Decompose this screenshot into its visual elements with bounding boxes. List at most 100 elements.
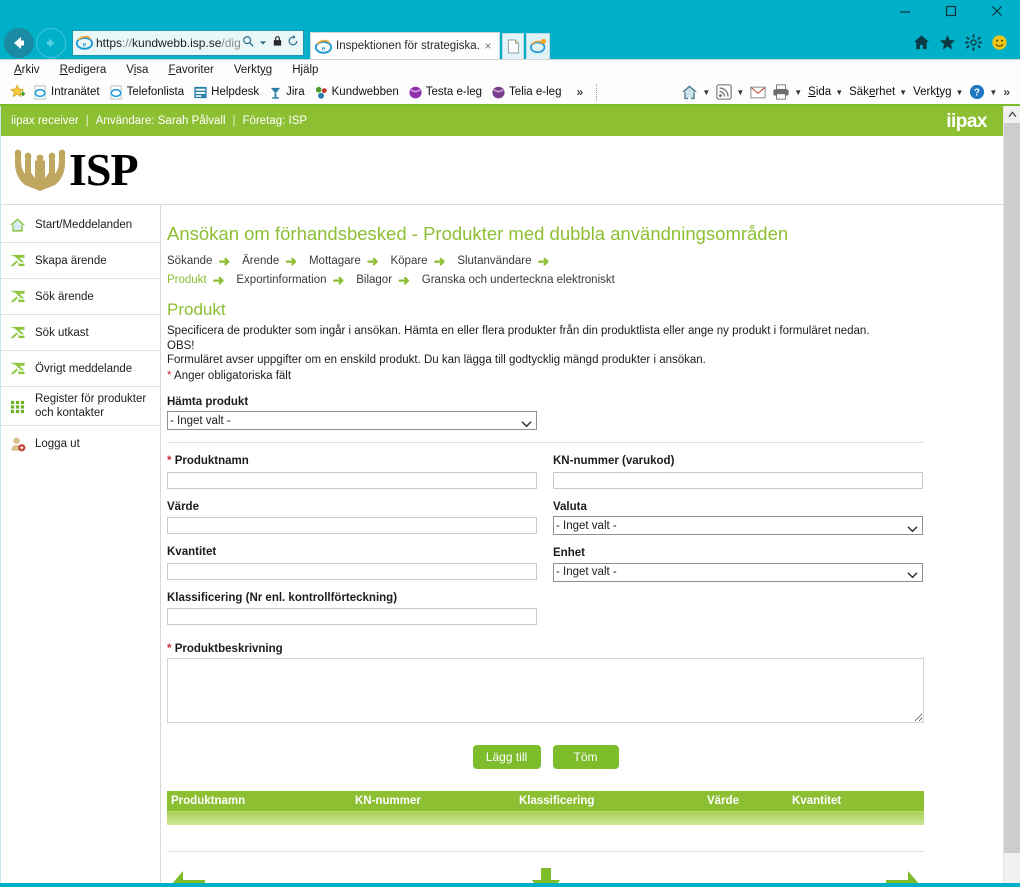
form-column-right: KN-nummer (varukod) Valuta - Inget valt … — [553, 455, 923, 637]
menu-item-hjalp[interactable]: Hjälp — [292, 64, 318, 76]
field-label: Hämta produkt — [167, 395, 249, 408]
breadcrumb-produkt[interactable]: Produkt — [167, 274, 207, 286]
browser-tab[interactable]: e Inspektionen för strategiska... × — [310, 32, 500, 59]
commandbar-overflow-icon[interactable]: » — [1003, 85, 1010, 99]
separator: | — [232, 115, 236, 127]
sidebar-item-logga-ut[interactable]: Logga ut — [1, 426, 160, 462]
home-icon[interactable] — [913, 34, 930, 51]
back-button[interactable] — [4, 27, 34, 58]
intro-line-1: Specificera de produkter som ingår i ans… — [167, 325, 870, 352]
sidebar-item-sok-utkast[interactable]: Sök utkast — [1, 315, 160, 351]
produktbeskrivning-textarea[interactable] — [167, 658, 924, 723]
tab-close-icon[interactable]: × — [481, 39, 495, 53]
arrow-right-icon: ➜ — [537, 253, 550, 269]
favorite-testa-eleg[interactable]: Testa e-leg — [408, 85, 482, 100]
compatibility-view-button[interactable] — [526, 33, 550, 59]
close-button[interactable] — [974, 0, 1020, 22]
next-step-button[interactable] — [882, 865, 924, 883]
scrollbar-track[interactable] — [1004, 123, 1020, 883]
command-sida-button[interactable]: Sida ▼ — [808, 86, 843, 98]
chevron-down-icon: ▼ — [899, 87, 908, 97]
favorite-jira[interactable]: Jira — [268, 85, 305, 100]
enhet-select[interactable]: - Inget valt - — [553, 562, 923, 582]
command-print-button[interactable]: ▼ — [772, 84, 802, 100]
menu-item-verktyg[interactable]: Verktyg — [234, 64, 272, 76]
sidebar-item-start[interactable]: Start/Meddelanden — [1, 207, 160, 243]
command-home-button[interactable]: ▼ — [681, 84, 710, 101]
maximize-button[interactable] — [928, 0, 974, 22]
valuta-select[interactable]: - Inget valt - — [553, 516, 923, 535]
command-feeds-button[interactable]: ▼ — [716, 84, 744, 100]
page-viewport: iipax receiver | Användare: Sarah Pålval… — [0, 106, 1020, 883]
produktnamn-input[interactable] — [167, 471, 537, 489]
field-label: Kvantitet — [167, 546, 217, 558]
sidebar-item-register[interactable]: Register för produkter och kontakter — [1, 387, 160, 426]
favorites-overflow-icon[interactable]: » — [576, 85, 583, 99]
command-verktyg-button[interactable]: Verktyg ▼ — [913, 86, 963, 98]
chevron-down-icon[interactable] — [255, 36, 270, 50]
forward-button[interactable] — [36, 27, 66, 58]
breadcrumb-arende[interactable]: Ärende — [242, 255, 279, 267]
breadcrumb-exportinformation[interactable]: Exportinformation — [236, 274, 326, 286]
add-button[interactable]: Lägg till — [472, 745, 541, 769]
favorite-helpdesk[interactable]: Helpdesk — [193, 85, 259, 100]
breadcrumb-sokande[interactable]: Sökande — [167, 255, 212, 267]
window-bottom-edge — [0, 883, 1020, 887]
new-tab-button[interactable] — [502, 33, 524, 59]
chevron-down-icon[interactable]: ▼ — [794, 88, 802, 97]
breadcrumb-slutanvandare[interactable]: Slutanvändare — [457, 255, 531, 267]
menu-label-redigera: edigera — [67, 64, 107, 76]
kn-nummer-input[interactable] — [553, 471, 923, 489]
klassificering-input[interactable] — [167, 608, 537, 625]
menu-item-redigera[interactable]: Redigera — [60, 64, 107, 76]
breadcrumb-kopare[interactable]: Köpare — [390, 255, 427, 267]
menu-item-arkiv[interactable]: Arkiv — [14, 64, 40, 76]
vertical-scrollbar[interactable] — [1003, 106, 1020, 883]
command-mail-button[interactable] — [750, 86, 766, 99]
back-arrow-icon — [14, 36, 24, 49]
address-bar[interactable]: e https://kundwebb.isp.se/digif — [72, 29, 304, 56]
chevron-down-icon[interactable]: ▼ — [989, 88, 997, 97]
breadcrumb-bilagor[interactable]: Bilagor — [356, 274, 392, 286]
settings-gear-icon[interactable] — [965, 34, 982, 51]
menu-label-visa: sa — [136, 64, 149, 76]
search-icon[interactable] — [240, 35, 255, 50]
iipax-logo: iipax — [946, 110, 987, 132]
sidebar-item-ovrigt-meddelande[interactable]: Övrigt meddelande — [1, 351, 160, 387]
menu-item-favoriter[interactable]: Favoriter — [168, 64, 213, 76]
field-kvantitet: Kvantitet — [167, 546, 537, 580]
svg-text:e: e — [83, 39, 87, 48]
add-favorite-icon[interactable] — [10, 84, 26, 100]
sidebar-item-skapa-arende[interactable]: Skapa ärende — [1, 243, 160, 279]
favorites-star-icon[interactable] — [939, 34, 956, 51]
save-draft-button[interactable] — [526, 864, 566, 883]
previous-step-button[interactable] — [167, 865, 209, 883]
clear-button[interactable]: Töm — [552, 745, 619, 769]
grid-icon — [9, 399, 26, 414]
hamta-produkt-select[interactable]: - Inget valt - — [167, 411, 537, 430]
breadcrumb-granska[interactable]: Granska och underteckna elektroniskt — [422, 274, 615, 286]
favorite-kundwebben[interactable]: Kundwebben — [314, 85, 399, 100]
smiley-feedback-icon[interactable] — [991, 34, 1008, 51]
varde-input[interactable] — [167, 517, 537, 534]
menu-item-visa[interactable]: Visa — [126, 64, 148, 76]
minimize-button[interactable] — [882, 0, 928, 22]
scroll-up-button[interactable] — [1004, 106, 1020, 123]
scrollbar-thumb[interactable] — [1004, 123, 1020, 853]
sidebar-item-sok-arende[interactable]: Sök ärende — [1, 279, 160, 315]
sidebar: Start/Meddelanden Skapa ärende Sök ärend… — [1, 205, 161, 883]
breadcrumb-mottagare[interactable]: Mottagare — [309, 255, 361, 267]
kvantitet-input[interactable] — [167, 562, 537, 580]
field-hamta-produkt: Hämta produkt - Inget valt - — [167, 395, 537, 430]
refresh-icon[interactable] — [285, 35, 300, 50]
command-help-button[interactable]: ? ▼ — [969, 84, 997, 100]
favorite-telia-eleg[interactable]: Telia e-leg — [491, 85, 561, 100]
favorite-intranatet[interactable]: Intranätet — [33, 85, 100, 100]
new-tab-icon — [507, 39, 519, 54]
favorite-telefonlista[interactable]: Telefonlista — [109, 85, 184, 100]
chevron-down-icon[interactable]: ▼ — [736, 88, 744, 97]
command-sakerhet-button[interactable]: Säkerhet ▼ — [849, 86, 907, 98]
svg-text:e: e — [322, 43, 326, 52]
command-label-sida: Sida — [808, 86, 832, 98]
chevron-down-icon[interactable]: ▼ — [702, 88, 710, 97]
